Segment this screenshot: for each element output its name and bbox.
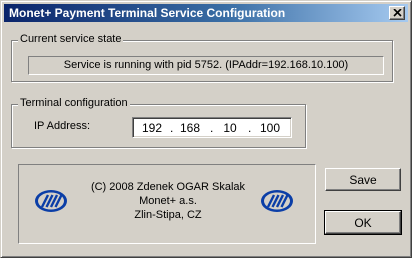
ip-octet-1[interactable]: 192 [137, 121, 167, 135]
credits-block: (C) 2008 Zdenek OGAR Skalak Monet+ a.s. … [79, 180, 257, 222]
monet-logo-icon [35, 190, 67, 212]
ip-address-label: IP Address: [34, 120, 91, 132]
ip-octet-3[interactable]: 10 [215, 121, 245, 135]
ip-address-input[interactable]: 192 . 168 . 10 . 100 [132, 117, 292, 138]
close-icon [393, 9, 402, 17]
credits-company: Monet+ a.s. [139, 195, 197, 207]
service-state-group-label: Current service state [18, 33, 124, 45]
ip-octet-2[interactable]: 168 [175, 121, 205, 135]
ip-separator: . [248, 121, 252, 135]
ok-button[interactable]: OK [324, 210, 402, 235]
credits-address: Zlin-Stipa, CZ [134, 209, 202, 221]
terminal-config-group: Terminal configuration IP Address: 192 .… [11, 97, 306, 148]
service-state-group: Current service state Service is running… [11, 33, 393, 82]
dialog-window: Monet+ Payment Terminal Service Configur… [0, 0, 412, 258]
monet-logo-icon [261, 190, 293, 212]
credits-copyright: (C) 2008 Zdenek OGAR Skalak [90, 181, 246, 193]
close-button[interactable] [389, 6, 405, 20]
title-bar[interactable]: Monet+ Payment Terminal Service Configur… [4, 4, 408, 22]
service-status-field: Service is running with pid 5752. (IPAdd… [28, 56, 384, 75]
ip-separator: . [170, 121, 174, 135]
ip-octet-4[interactable]: 100 [255, 121, 285, 135]
about-panel: (C) 2008 Zdenek OGAR Skalak Monet+ a.s. … [18, 164, 316, 244]
window-title: Monet+ Payment Terminal Service Configur… [9, 6, 286, 20]
ip-separator: . [210, 121, 214, 135]
save-button[interactable]: Save [325, 168, 401, 191]
terminal-config-group-label: Terminal configuration [18, 97, 130, 109]
